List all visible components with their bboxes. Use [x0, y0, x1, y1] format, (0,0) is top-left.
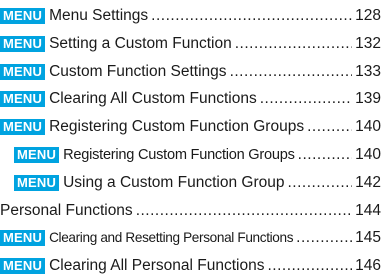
toc-entry-registering-custom-function-groups[interactable]: MENU Registering Custom Function Groups …	[0, 115, 381, 138]
toc-entry-menu-settings[interactable]: MENU Menu Settings .....................…	[0, 4, 381, 27]
toc-entry-page: 132	[355, 34, 381, 52]
dot-leader: ........................................…	[151, 6, 353, 24]
table-of-contents: MENU Menu Settings .....................…	[0, 0, 387, 277]
toc-subentry-using-custom-function-group[interactable]: MENU Using a Custom Function Group .....…	[14, 171, 381, 194]
toc-entry-title: Personal Functions	[0, 201, 133, 219]
menu-badge: MENU	[0, 229, 46, 246]
toc-subentry-registering-custom-function-groups[interactable]: MENU Registering Custom Function Groups …	[14, 143, 381, 166]
toc-entry-title: Registering Custom Function Groups	[49, 117, 305, 135]
toc-entry-title: Using a Custom Function Group	[63, 173, 285, 191]
toc-entry-title: Clearing All Personal Functions	[49, 256, 265, 274]
dot-leader: ........................................…	[297, 145, 352, 163]
toc-entry-title: Registering Custom Function Groups	[63, 146, 295, 163]
toc-entry-clearing-all-custom-functions[interactable]: MENU Clearing All Custom Functions .....…	[0, 87, 381, 110]
dot-leader: ........................................…	[135, 201, 352, 219]
toc-entry-clearing-all-personal-functions[interactable]: MENU Clearing All Personal Functions ...…	[0, 254, 381, 277]
toc-entry-title: Clearing All Custom Functions	[49, 89, 257, 107]
toc-entry-page: 139	[355, 89, 381, 107]
menu-badge: MENU	[0, 118, 46, 135]
toc-entry-title: Clearing and Resetting Personal Function…	[49, 229, 294, 245]
dot-leader: ........................................…	[287, 173, 352, 191]
toc-entry-title: Menu Settings	[49, 6, 149, 24]
dot-leader: ........................................…	[307, 117, 352, 135]
dot-leader: ........................................…	[234, 34, 352, 52]
toc-entry-custom-function-settings[interactable]: MENU Custom Function Settings ..........…	[0, 60, 381, 83]
menu-badge: MENU	[14, 146, 60, 163]
toc-entry-personal-functions[interactable]: Personal Functions .....................…	[0, 199, 381, 222]
toc-entry-page: 133	[355, 62, 381, 80]
toc-entry-title: Custom Function Settings	[49, 62, 227, 80]
dot-leader: ........................................…	[267, 256, 353, 274]
toc-entry-page: 142	[355, 173, 381, 191]
menu-badge: MENU	[0, 63, 46, 80]
toc-entry-page: 128	[355, 6, 381, 24]
dot-leader: ........................................…	[259, 89, 352, 107]
toc-entry-page: 145	[355, 228, 381, 246]
menu-badge: MENU	[0, 7, 46, 24]
dot-leader: ........................................…	[296, 228, 352, 246]
menu-badge: MENU	[0, 257, 46, 274]
toc-entry-page: 146	[355, 256, 381, 274]
menu-badge: MENU	[0, 90, 46, 107]
toc-entry-page: 140	[355, 117, 381, 135]
dot-leader: ........................................…	[229, 62, 353, 80]
toc-entry-page: 144	[355, 201, 381, 219]
toc-entry-clearing-resetting-personal-functions[interactable]: MENU Clearing and Resetting Personal Fun…	[0, 226, 381, 249]
toc-entry-page: 140	[355, 145, 381, 163]
menu-badge: MENU	[0, 35, 46, 52]
menu-badge: MENU	[14, 174, 60, 191]
toc-entry-title: Setting a Custom Function	[49, 34, 232, 52]
toc-entry-setting-custom-function[interactable]: MENU Setting a Custom Function .........…	[0, 32, 381, 55]
